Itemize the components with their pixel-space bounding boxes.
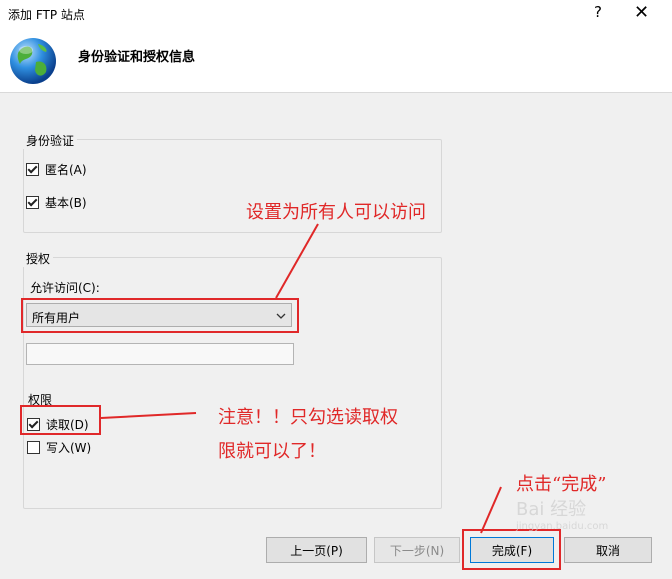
basic-checkbox[interactable] <box>26 196 39 209</box>
highlight-allow-access <box>21 298 299 333</box>
next-button[interactable]: 下一步(N) <box>374 537 460 563</box>
annotation-all-users: 设置为所有人可以访问 <box>246 202 426 223</box>
basic-checkbox-row[interactable]: 基本(B) <box>26 194 87 211</box>
window-title: 添加 FTP 站点 <box>8 8 85 22</box>
highlight-read <box>20 405 101 435</box>
basic-label: 基本(B) <box>45 196 87 210</box>
page-title: 身份验证和授权信息 <box>78 50 196 65</box>
globe-icon <box>10 38 56 84</box>
annotation-read-only-line1: 注意！！只勾选读取权 <box>218 407 398 428</box>
title-bar: 添加 FTP 站点 ? ✕ <box>0 0 672 28</box>
previous-button[interactable]: 上一页(P) <box>266 537 367 563</box>
annotation-read-only-line2: 限就可以了！ <box>218 441 326 462</box>
anonymous-label: 匿名(A) <box>45 163 87 177</box>
watermark-sub: jingyan.baidu.com <box>516 521 609 532</box>
allow-access-label: 允许访问(C): <box>30 281 100 295</box>
help-button[interactable]: ? <box>594 3 602 21</box>
authentication-group-label: 身份验证 <box>23 132 78 149</box>
write-checkbox[interactable] <box>27 441 40 454</box>
write-checkbox-row[interactable]: 写入(W) <box>27 439 91 456</box>
anonymous-checkbox-row[interactable]: 匿名(A) <box>26 161 87 178</box>
baidu-watermark: Bai 经验 jingyan.baidu.com <box>516 495 666 565</box>
annotation-click-finish: 点击“完成” <box>516 474 607 495</box>
users-text-field[interactable] <box>26 343 294 365</box>
watermark-text: Bai 经验 <box>516 499 587 520</box>
wizard-header: 身份验证和授权信息 <box>0 28 672 93</box>
authorization-group-label: 授权 <box>23 250 54 267</box>
close-button[interactable]: ✕ <box>634 2 649 23</box>
write-label: 写入(W) <box>46 441 92 455</box>
anonymous-checkbox[interactable] <box>26 163 39 176</box>
